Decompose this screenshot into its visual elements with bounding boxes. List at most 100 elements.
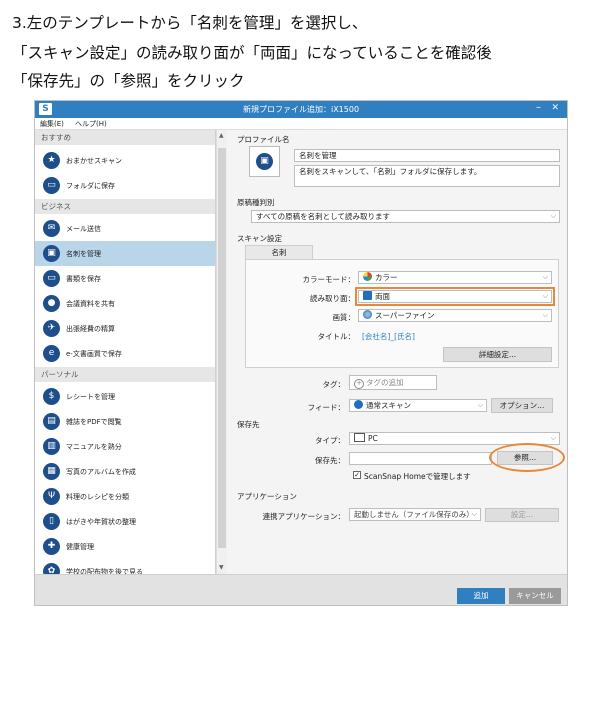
sidebar-item-manual[interactable]: ▥ マニュアルを熟分 (35, 434, 215, 459)
feed-select[interactable]: 通常スキャン ⌵ (349, 399, 487, 412)
application-section-label: アプリケーション (237, 492, 297, 501)
mail-icon: ✉ (43, 220, 60, 237)
postcard-icon: ▯ (43, 513, 60, 530)
section-personal: パーソナル (35, 367, 215, 382)
document-folder-icon: ▭ (43, 270, 60, 287)
feed-icon (354, 400, 363, 409)
sidebar-item-health[interactable]: ✚ 健康管理 (35, 534, 215, 559)
sidebar-item-label: 会議資料を共有 (66, 300, 115, 308)
e-document-icon: e (43, 345, 60, 362)
close-button[interactable]: ✕ (551, 103, 559, 113)
profile-name-label: プロファイル名 (237, 135, 290, 144)
linked-app-value: 起動しません（ファイル保存のみ） (354, 510, 474, 519)
profile-name-input[interactable]: 名刺を管理 (294, 149, 560, 162)
tags-placeholder: タグの追加 (366, 378, 404, 387)
scan-side-label: 読み取り面： (310, 294, 355, 303)
add-button[interactable]: 追加 (457, 588, 505, 604)
sidebar-item-email[interactable]: ✉ メール送信 (35, 216, 215, 241)
sidebar-item-label: e-文書画質で保存 (66, 350, 122, 358)
title-format-label: タイトル： (317, 332, 356, 341)
quality-value: スーパーファイン (375, 311, 435, 320)
sidebar-item-label: 雑誌をPDFで閲覧 (66, 418, 122, 426)
quality-label: 画質： (332, 313, 356, 322)
sidebar-item-save-documents[interactable]: ▭ 書類を保存 (35, 266, 215, 291)
sidebar-item-recipes[interactable]: Ψ 料理のレシピを分類 (35, 484, 215, 509)
menu-bar: 編集(E) ヘルプ(H) (35, 118, 567, 130)
sidebar-item-e-document[interactable]: e e-文書画質で保存 (35, 341, 215, 366)
app-settings-button[interactable]: 設定... (485, 508, 559, 522)
fork-knife-icon: Ψ (43, 488, 60, 505)
chevron-down-icon: ⌵ (550, 434, 556, 442)
feed-value: 通常スキャン (366, 401, 411, 410)
section-recommended: おすすめ (35, 130, 215, 145)
scansnap-window: S 新規プロファイル追加：iX1500 – ✕ 編集(E) ヘルプ(H) おすす… (34, 100, 568, 606)
destination-type-value: PC (368, 434, 378, 443)
profile-description-text: 名刺をスキャンして、「名刺」フォルダに保存します。 (299, 167, 482, 176)
tab-business-card[interactable]: 名刺 (245, 245, 313, 260)
color-mode-label: カラーモード： (302, 275, 356, 284)
star-icon: ★ (43, 152, 60, 169)
window-title: 新規プロファイル追加：iX1500 (242, 105, 360, 114)
minimize-button[interactable]: – (536, 102, 541, 113)
chevron-down-icon: ⌵ (477, 401, 483, 409)
scan-side-highlight (355, 287, 555, 306)
sidebar-item-label: レシートを管理 (66, 393, 115, 401)
sidebar-item-label: 書類を保存 (66, 275, 101, 283)
sidebar-item-travel-expense[interactable]: ✈ 出張経費の精算 (35, 316, 215, 341)
manage-in-scansnap-checkbox[interactable]: ✓ (353, 471, 361, 479)
color-palette-icon (363, 272, 372, 281)
tags-label: タグ： (322, 380, 346, 389)
scan-settings-label: スキャン設定 (237, 234, 282, 243)
receipt-icon: $ (43, 388, 60, 405)
sidebar-scrollbar[interactable]: ▲ ▼ (216, 130, 227, 574)
feed-option-button[interactable]: オプション... (491, 398, 553, 413)
cancel-button[interactable]: キャンセル (509, 588, 561, 604)
sidebar-item-business-card[interactable]: ▣ 名刺を管理 (35, 241, 215, 266)
linked-app-select[interactable]: 起動しません（ファイル保存のみ） ⌵ (349, 508, 481, 521)
sidebar-item-photo-album[interactable]: ▦ 写真のアルバムを作成 (35, 459, 215, 484)
tags-input[interactable]: + タグの追加 (349, 375, 437, 390)
settings-panel: プロファイル名 ▣ 名刺を管理 名刺をスキャンして、「名刺」フォルダに保存します… (227, 130, 567, 574)
business-card-icon: ▣ (256, 153, 273, 170)
folder-icon: ▭ (43, 177, 60, 194)
sidebar-item-label: はがきや年賀状の整理 (66, 518, 136, 526)
destination-section-label: 保存先 (237, 420, 260, 429)
sidebar-item-label: フォルダに保存 (66, 182, 115, 190)
menu-help[interactable]: ヘルプ(H) (75, 119, 107, 129)
scroll-down-icon[interactable]: ▼ (219, 564, 224, 571)
profile-description-input[interactable]: 名刺をスキャンして、「名刺」フォルダに保存します。 (294, 165, 560, 187)
sidebar-item-save-folder[interactable]: ▭ フォルダに保存 (35, 173, 215, 198)
document-type-value: すべての原稿を名刺として読み取ります (256, 212, 390, 221)
save-to-input[interactable] (349, 452, 492, 465)
sidebar-item-label: マニュアルを熟分 (66, 443, 122, 451)
title-format-value[interactable]: [会社名]_[氏名] (362, 331, 415, 342)
document-type-label: 原稿種判別 (237, 198, 275, 207)
sidebar-item-magazine[interactable]: ▤ 雑誌をPDFで閲覧 (35, 409, 215, 434)
sidebar-item-share-meeting[interactable]: ● 会議資料を共有 (35, 291, 215, 316)
airplane-icon: ✈ (43, 320, 60, 337)
sidebar-item-label: おまかせスキャン (66, 157, 122, 165)
instruction-line-2: 「スキャン設定」の読み取り面が「両面」になっていることを確認後 (12, 44, 492, 62)
health-icon: ✚ (43, 538, 60, 555)
title-bar: S 新規プロファイル追加：iX1500 – ✕ (35, 101, 567, 118)
chevron-down-icon: ⌵ (542, 311, 548, 319)
color-mode-select[interactable]: カラー ⌵ (358, 271, 552, 284)
people-icon: ● (43, 295, 60, 312)
sidebar-item-postcards[interactable]: ▯ はがきや年賀状の整理 (35, 509, 215, 534)
document-type-select[interactable]: すべての原稿を名刺として読み取ります ⌵ (251, 210, 560, 223)
save-to-label: 保存先： (315, 456, 345, 465)
instruction-line-3: 「保存先」の「参照」をクリック (12, 72, 245, 90)
scroll-up-icon[interactable]: ▲ (219, 132, 224, 139)
instruction-line-1: 3.左のテンプレートから「名刺を管理」を選択し、 (12, 14, 368, 32)
chevron-down-icon: ⌵ (550, 212, 556, 220)
sidebar-item-auto-scan[interactable]: ★ おまかせスキャン (35, 148, 215, 173)
destination-type-label: タイプ： (315, 436, 345, 445)
menu-edit[interactable]: 編集(E) (40, 119, 64, 129)
color-mode-value: カラー (375, 273, 398, 282)
scrollbar-thumb[interactable] (218, 148, 226, 548)
detail-settings-button[interactable]: 詳細設定... (443, 347, 552, 362)
profile-icon[interactable]: ▣ (249, 146, 280, 177)
linked-app-label: 連携アプリケーション： (262, 512, 345, 521)
sidebar-item-receipts[interactable]: $ レシートを管理 (35, 384, 215, 409)
quality-select[interactable]: スーパーファイン ⌵ (358, 309, 552, 322)
